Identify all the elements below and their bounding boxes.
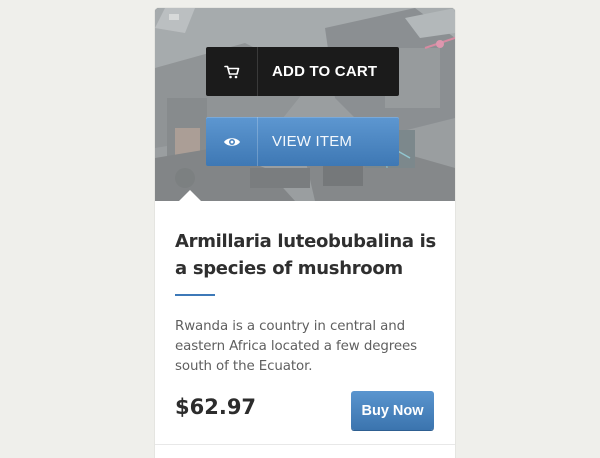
image-overlay [155,8,455,201]
product-description: Rwanda is a country in central and easte… [175,319,418,374]
cart-icon [206,47,258,96]
product-card: ADD TO CART VIEW ITEM Armillaria luteobu… [155,8,455,458]
buy-now-button[interactable]: Buy Now [351,391,434,430]
view-item-button[interactable]: VIEW ITEM [206,117,399,166]
title-divider [175,294,215,296]
product-title[interactable]: Armillaria luteobubalina is a species of… [175,228,437,282]
card-footer-divider [155,444,455,445]
product-price: $62.97 [175,395,257,419]
add-to-cart-label: ADD TO CART [272,63,378,80]
view-item-label: VIEW ITEM [272,133,353,150]
eye-icon [206,117,258,166]
image-notch [179,190,201,201]
product-image[interactable]: ADD TO CART VIEW ITEM [155,8,455,201]
add-to-cart-button[interactable]: ADD TO CART [206,47,399,96]
